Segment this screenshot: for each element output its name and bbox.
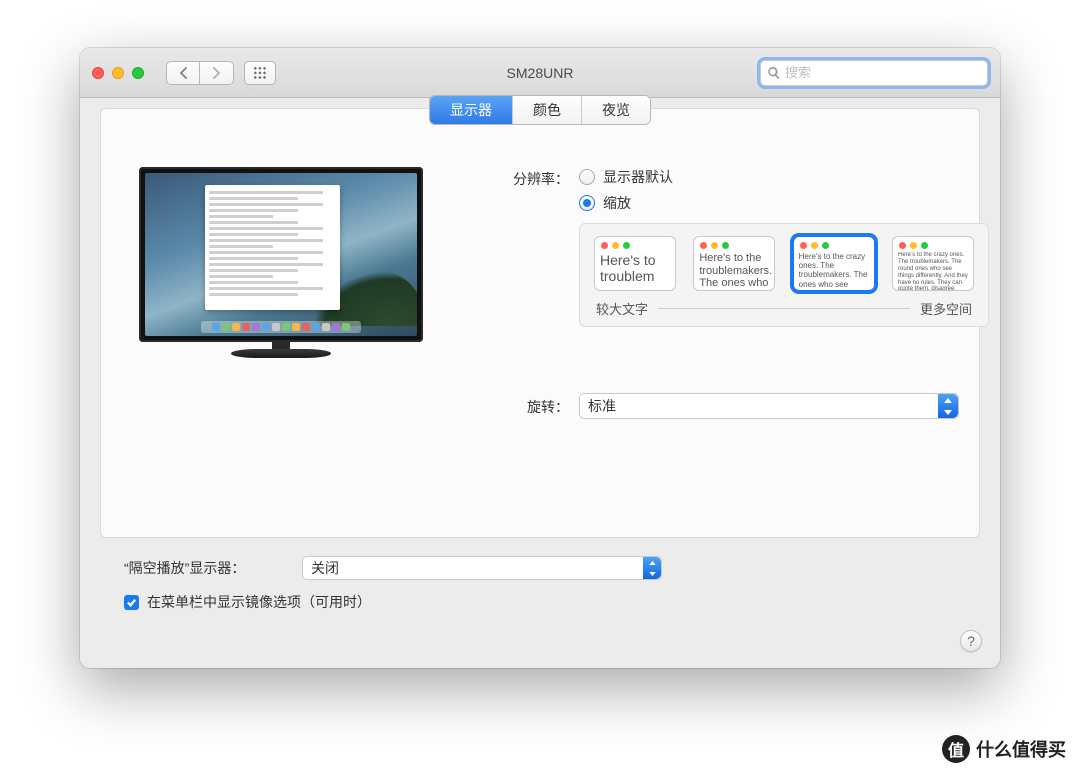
radio-default-label: 显示器默认 — [603, 167, 673, 187]
radio-icon — [579, 195, 595, 211]
mirror-checkbox[interactable]: 在菜单栏中显示镜像选项（可用时） — [124, 592, 970, 612]
titlebar: SM28UNR — [80, 48, 1000, 98]
scale-picker: Here's to troublem Here's to the trouble… — [579, 223, 989, 327]
scale-thumb-3[interactable]: Here’s to the crazy ones. The troublemak… — [892, 236, 974, 291]
scale-thumb-0[interactable]: Here's to troublem — [594, 236, 676, 291]
radio-icon — [579, 169, 595, 185]
dock-icon — [201, 321, 361, 333]
search-icon — [767, 66, 781, 80]
watermark-text: 什么值得买 — [976, 736, 1066, 762]
radio-scaled[interactable]: 缩放 — [579, 193, 673, 213]
tab-color[interactable]: 颜色 — [513, 96, 582, 124]
divider — [658, 308, 910, 309]
forward-button[interactable] — [200, 61, 234, 85]
thumb-text: Here's to troublem — [595, 252, 675, 290]
airplay-select[interactable]: 关闭 — [302, 556, 662, 580]
close-icon[interactable] — [92, 67, 104, 79]
tab-nightshift[interactable]: 夜览 — [582, 96, 650, 124]
traffic-lights-icon — [595, 237, 675, 252]
search-field-wrap[interactable] — [760, 60, 988, 86]
rotation-value: 标准 — [588, 396, 616, 416]
nav-group — [166, 61, 234, 85]
checkbox-icon — [124, 595, 139, 610]
stepper-icon — [643, 557, 661, 579]
scale-thumb-1[interactable]: Here's to the troublemakers. The ones wh… — [693, 236, 775, 291]
airplay-value: 关闭 — [311, 558, 339, 578]
monitor-preview — [139, 167, 423, 358]
rotation-label: 旋转： — [481, 395, 579, 417]
tab-bar: 显示器 颜色 夜览 — [429, 95, 651, 125]
watermark-badge-icon: 值 — [942, 735, 970, 763]
watermark: 值 什么值得买 — [942, 735, 1066, 763]
thumb-text: Here's to the troublemakers. The ones wh… — [694, 252, 774, 290]
traffic-lights-icon — [794, 237, 874, 252]
prefs-window: SM28UNR 显示器 颜色 夜览 — [80, 48, 1000, 668]
search-input[interactable] — [785, 61, 981, 85]
traffic-lights-icon — [893, 237, 973, 252]
scale-right-label: 更多空间 — [920, 299, 972, 318]
main-panel: 显示器 颜色 夜览 — [100, 108, 980, 538]
rotation-select[interactable]: 标准 — [579, 393, 959, 419]
preview-window-icon — [205, 185, 340, 310]
traffic-lights-icon — [694, 237, 774, 252]
stepper-icon — [938, 394, 958, 418]
scale-thumb-2[interactable]: Here's to the crazy ones. The troublemak… — [793, 236, 875, 291]
tab-display[interactable]: 显示器 — [430, 96, 513, 124]
resolution-label: 分辨率： — [481, 167, 579, 189]
help-button[interactable]: ? — [960, 630, 982, 652]
mirror-checkbox-label: 在菜单栏中显示镜像选项（可用时） — [147, 592, 371, 612]
minimize-icon[interactable] — [112, 67, 124, 79]
thumb-text: Here’s to the crazy ones. The troublemak… — [893, 252, 973, 290]
scale-left-label: 较大文字 — [596, 299, 648, 318]
grid-icon — [253, 66, 267, 80]
radio-default[interactable]: 显示器默认 — [579, 167, 673, 187]
zoom-icon[interactable] — [132, 67, 144, 79]
show-all-button[interactable] — [244, 61, 276, 85]
thumb-text: Here's to the crazy ones. The troublemak… — [794, 252, 874, 290]
traffic-lights — [92, 67, 144, 79]
airplay-label: “隔空播放”显示器： — [124, 558, 302, 578]
back-button[interactable] — [166, 61, 200, 85]
radio-scaled-label: 缩放 — [603, 193, 631, 213]
